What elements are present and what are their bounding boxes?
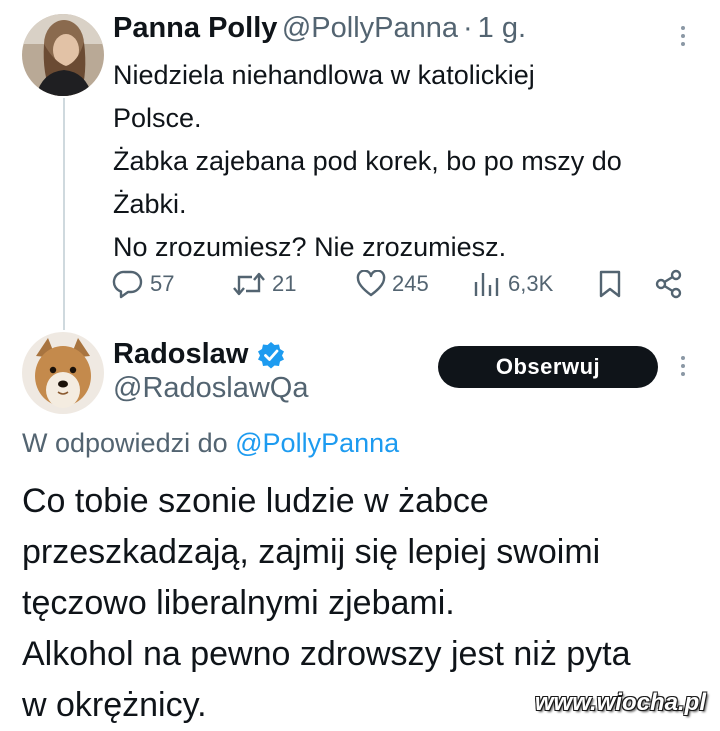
user-handle[interactable]: @RadoslawQa: [113, 372, 308, 405]
avatar-radoslaw[interactable]: [22, 332, 104, 414]
repost-button[interactable]: 21: [232, 266, 296, 302]
reply-prefix: W odpowiedzi do: [22, 428, 228, 458]
user-handle[interactable]: @PollyPanna: [282, 12, 458, 44]
views-count: 6,3K: [508, 271, 554, 296]
reply-context: W odpowiedzi do @PollyPanna: [22, 428, 399, 459]
share-button[interactable]: [654, 266, 684, 302]
views-button[interactable]: 6,3K: [472, 266, 553, 302]
repost-icon: [233, 272, 265, 296]
display-name[interactable]: Panna Polly: [113, 12, 277, 44]
share-icon: [655, 269, 682, 299]
more-icon[interactable]: [681, 26, 687, 50]
reply-button[interactable]: 57: [112, 266, 174, 302]
like-button[interactable]: 245: [356, 266, 429, 302]
tweet-line: Żabki.: [113, 189, 187, 219]
tweet-line: przeszkadzają, zajmij się lepiej swoimi: [22, 533, 601, 571]
more-icon[interactable]: [681, 356, 687, 380]
follow-button[interactable]: Obserwuj: [438, 346, 658, 388]
display-name[interactable]: Radoslaw: [113, 338, 248, 371]
thread-line: [63, 98, 65, 330]
tweet-line: Co tobie szonie ludzie w żabce: [22, 482, 489, 520]
bookmark-button[interactable]: [597, 266, 623, 302]
tweet-line: Niedziela niehandlowa w katolickiej: [113, 60, 535, 90]
tweet-line: tęczowo liberalnymi zjebami.: [22, 584, 455, 622]
avatar-panna-polly[interactable]: [22, 14, 104, 96]
tweet1-header: Panna Polly @PollyPanna · 1 g.: [113, 12, 526, 45]
tweet-line: No zrozumiesz? Nie zrozumiesz.: [113, 232, 507, 262]
watermark: www.wiocha.pl: [534, 689, 706, 716]
tweet-line: Żabka zajebana pod korek, bo po mszy do: [113, 146, 622, 176]
repost-count: 21: [272, 271, 297, 296]
reply-count: 57: [150, 271, 175, 296]
separator-dot: ·: [463, 12, 473, 44]
verified-badge-icon: [258, 341, 285, 368]
tweet-time[interactable]: 1 g.: [478, 12, 526, 44]
like-count: 245: [392, 271, 429, 296]
tweet1-text: Niedziela niehandlowa w katolickiej Pols…: [113, 54, 703, 269]
reply-mention-link[interactable]: @PollyPanna: [235, 428, 399, 458]
reply-icon: [112, 270, 143, 299]
tweet-line: Polsce.: [113, 103, 202, 133]
views-icon: [474, 273, 499, 296]
tweet-line: Alkohol na pewno zdrowszy jest niż pyta: [22, 635, 631, 673]
heart-icon: [356, 270, 386, 297]
tweet2-name-row: Radoslaw: [113, 338, 286, 371]
bookmark-icon: [599, 270, 621, 298]
